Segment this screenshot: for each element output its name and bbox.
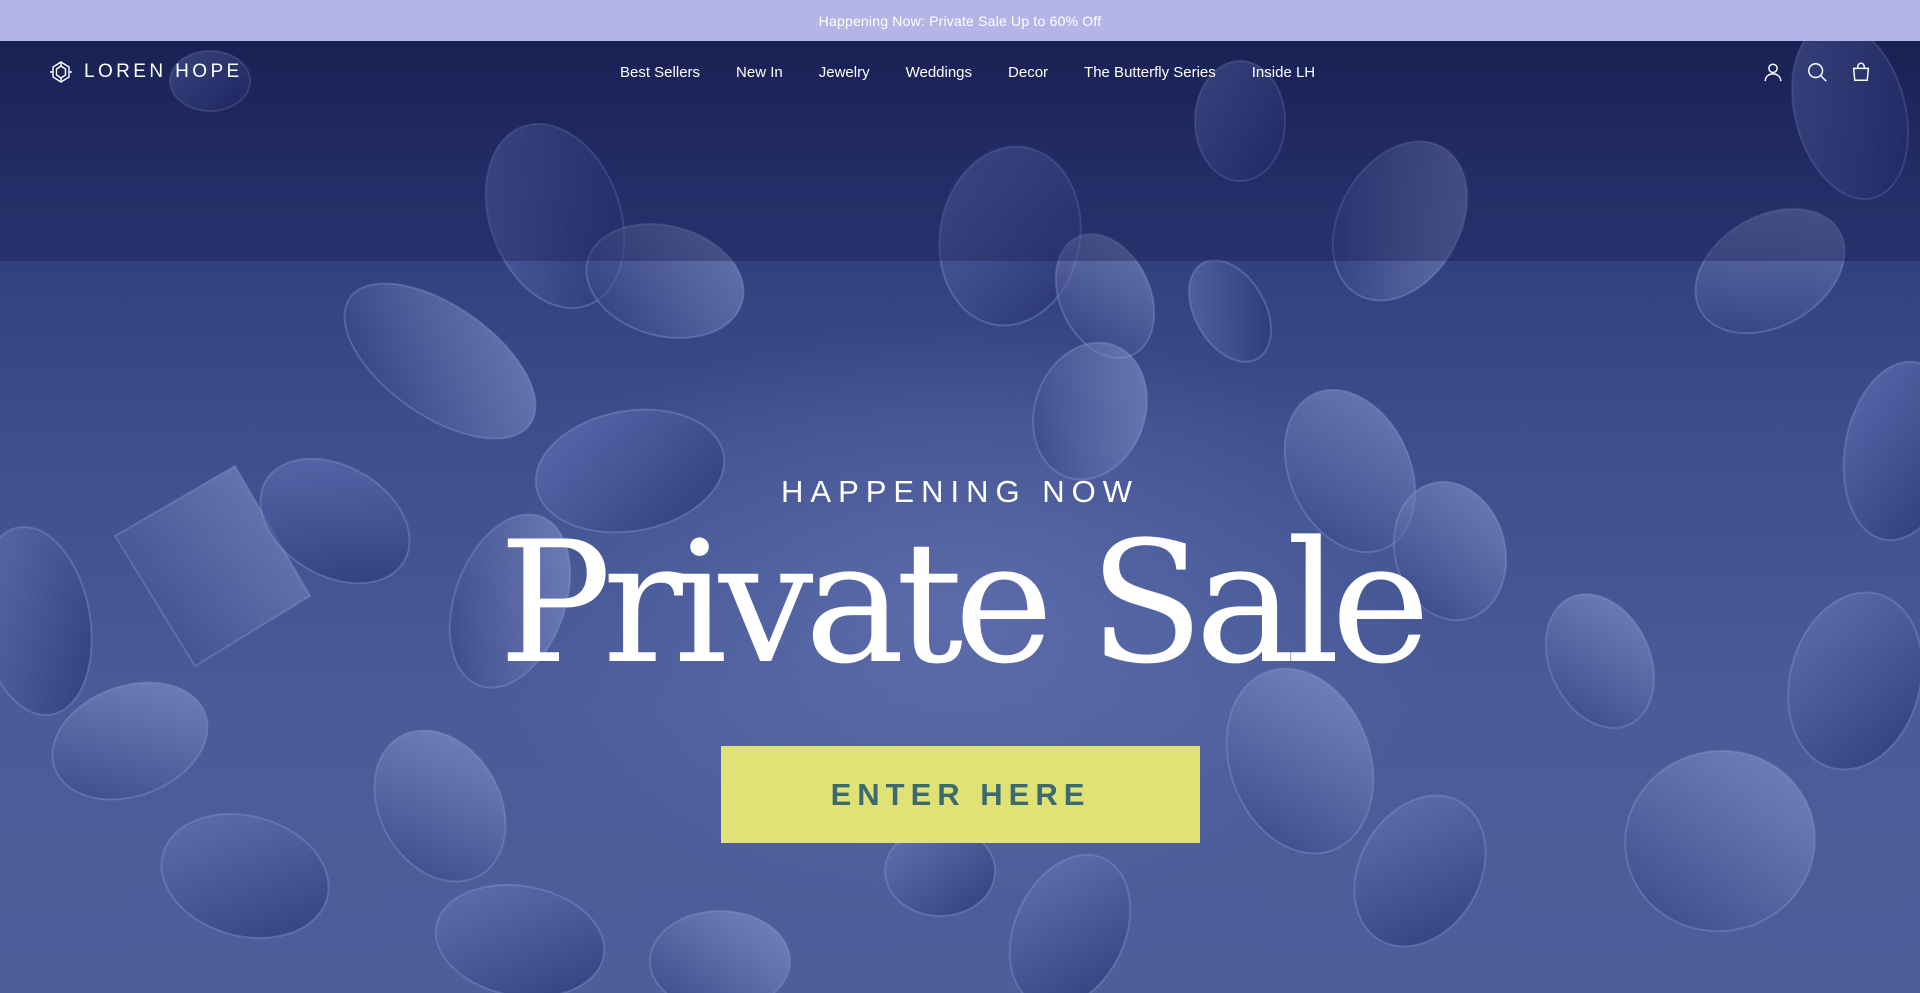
nav-jewelry[interactable]: Jewelry	[819, 64, 870, 81]
announcement-link[interactable]: Happening Now: Private Sale Up to 60% Of…	[819, 13, 1102, 29]
nav-new-in[interactable]: New In	[736, 64, 783, 81]
nav-best-sellers[interactable]: Best Sellers	[620, 64, 700, 81]
header-actions	[1762, 60, 1872, 84]
announcement-bar: Happening Now: Private Sale Up to 60% Of…	[0, 0, 1920, 41]
main-nav: Best Sellers New In Jewelry Weddings Dec…	[620, 41, 1315, 103]
enter-here-button[interactable]: ENTER HERE	[721, 746, 1200, 843]
cart-button[interactable]	[1850, 60, 1872, 84]
search-button[interactable]	[1806, 60, 1828, 84]
site-header: LOREN HOPE Best Sellers New In Jewelry W…	[0, 41, 1920, 103]
nav-inside-lh[interactable]: Inside LH	[1252, 64, 1315, 81]
cart-icon	[1852, 62, 1870, 81]
nav-decor[interactable]: Decor	[1008, 64, 1048, 81]
nav-weddings[interactable]: Weddings	[906, 64, 972, 81]
account-icon	[1764, 63, 1782, 82]
search-icon	[1808, 63, 1827, 82]
logo-text: LOREN HOPE	[84, 61, 243, 82]
account-button[interactable]	[1762, 60, 1784, 84]
hero-headline: Private Sale	[498, 505, 1431, 701]
logo-link[interactable]: LOREN HOPE	[49, 60, 243, 84]
logo-gem-icon	[50, 61, 72, 83]
nav-butterfly-series[interactable]: The Butterfly Series	[1084, 64, 1216, 81]
